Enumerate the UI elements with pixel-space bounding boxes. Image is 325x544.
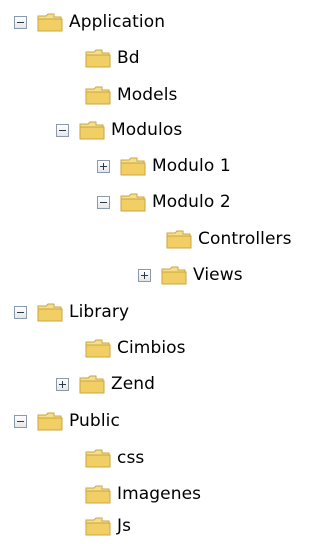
tree-item-label: Models	[117, 85, 178, 105]
folder-icon	[79, 121, 105, 139]
folder-icon	[85, 517, 111, 535]
tree-item-label: Library	[69, 302, 130, 322]
collapse-icon[interactable]	[97, 195, 110, 209]
collapse-icon[interactable]	[14, 305, 27, 319]
tree-item-label: Cimbios	[117, 338, 186, 358]
collapse-icon[interactable]	[14, 414, 27, 428]
tree-item-controllers[interactable]: Controllers	[166, 224, 292, 254]
tree-item-views[interactable]: Views	[138, 260, 243, 290]
tree-item-library[interactable]: Library	[14, 297, 129, 327]
expand-icon[interactable]	[138, 268, 151, 282]
folder-icon	[37, 412, 63, 430]
folder-icon	[120, 193, 146, 211]
collapse-icon[interactable]	[14, 15, 27, 29]
tree-item-bd[interactable]: Bd	[85, 43, 140, 73]
folder-icon	[37, 303, 63, 321]
tree-item-label: Bd	[117, 48, 140, 68]
folder-icon	[85, 49, 111, 67]
tree-item-public[interactable]: Public	[14, 406, 120, 436]
tree-item-cimbios[interactable]: Cimbios	[85, 333, 186, 363]
tree-item-label: Application	[69, 12, 166, 32]
tree-item-js[interactable]: Js	[85, 511, 131, 541]
expand-icon[interactable]	[56, 377, 69, 391]
tree-item-modulo-2[interactable]: Modulo 2	[97, 187, 231, 217]
tree-item-label: Views	[193, 265, 243, 285]
tree-item-models[interactable]: Models	[85, 80, 178, 110]
tree-item-label: Public	[69, 411, 120, 431]
tree-item-label: Imagenes	[117, 484, 202, 504]
folder-tree: Application Bd Models Modulos Modulo 1 M…	[0, 0, 325, 544]
folder-icon	[37, 13, 63, 31]
tree-item-label: Controllers	[198, 229, 292, 249]
tree-item-application[interactable]: Application	[14, 7, 165, 37]
folder-icon	[85, 339, 111, 357]
collapse-icon[interactable]	[56, 123, 69, 137]
tree-item-modulos[interactable]: Modulos	[56, 115, 182, 145]
tree-item-label: Modulo 2	[152, 192, 231, 212]
expand-icon[interactable]	[97, 159, 110, 173]
folder-icon	[85, 449, 111, 467]
folder-icon	[166, 230, 192, 248]
tree-item-css[interactable]: css	[85, 443, 144, 473]
tree-item-label: Modulo 1	[152, 156, 231, 176]
tree-item-label: Modulos	[111, 120, 183, 140]
tree-item-modulo-1[interactable]: Modulo 1	[97, 151, 231, 181]
folder-icon	[85, 485, 111, 503]
folder-icon	[161, 266, 187, 284]
tree-item-zend[interactable]: Zend	[56, 369, 155, 399]
tree-item-label: css	[117, 448, 145, 468]
folder-icon	[85, 86, 111, 104]
tree-item-label: Zend	[111, 374, 156, 394]
folder-icon	[120, 157, 146, 175]
tree-item-label: Js	[117, 516, 132, 536]
folder-icon	[79, 375, 105, 393]
tree-item-imagenes[interactable]: Imagenes	[85, 479, 201, 509]
